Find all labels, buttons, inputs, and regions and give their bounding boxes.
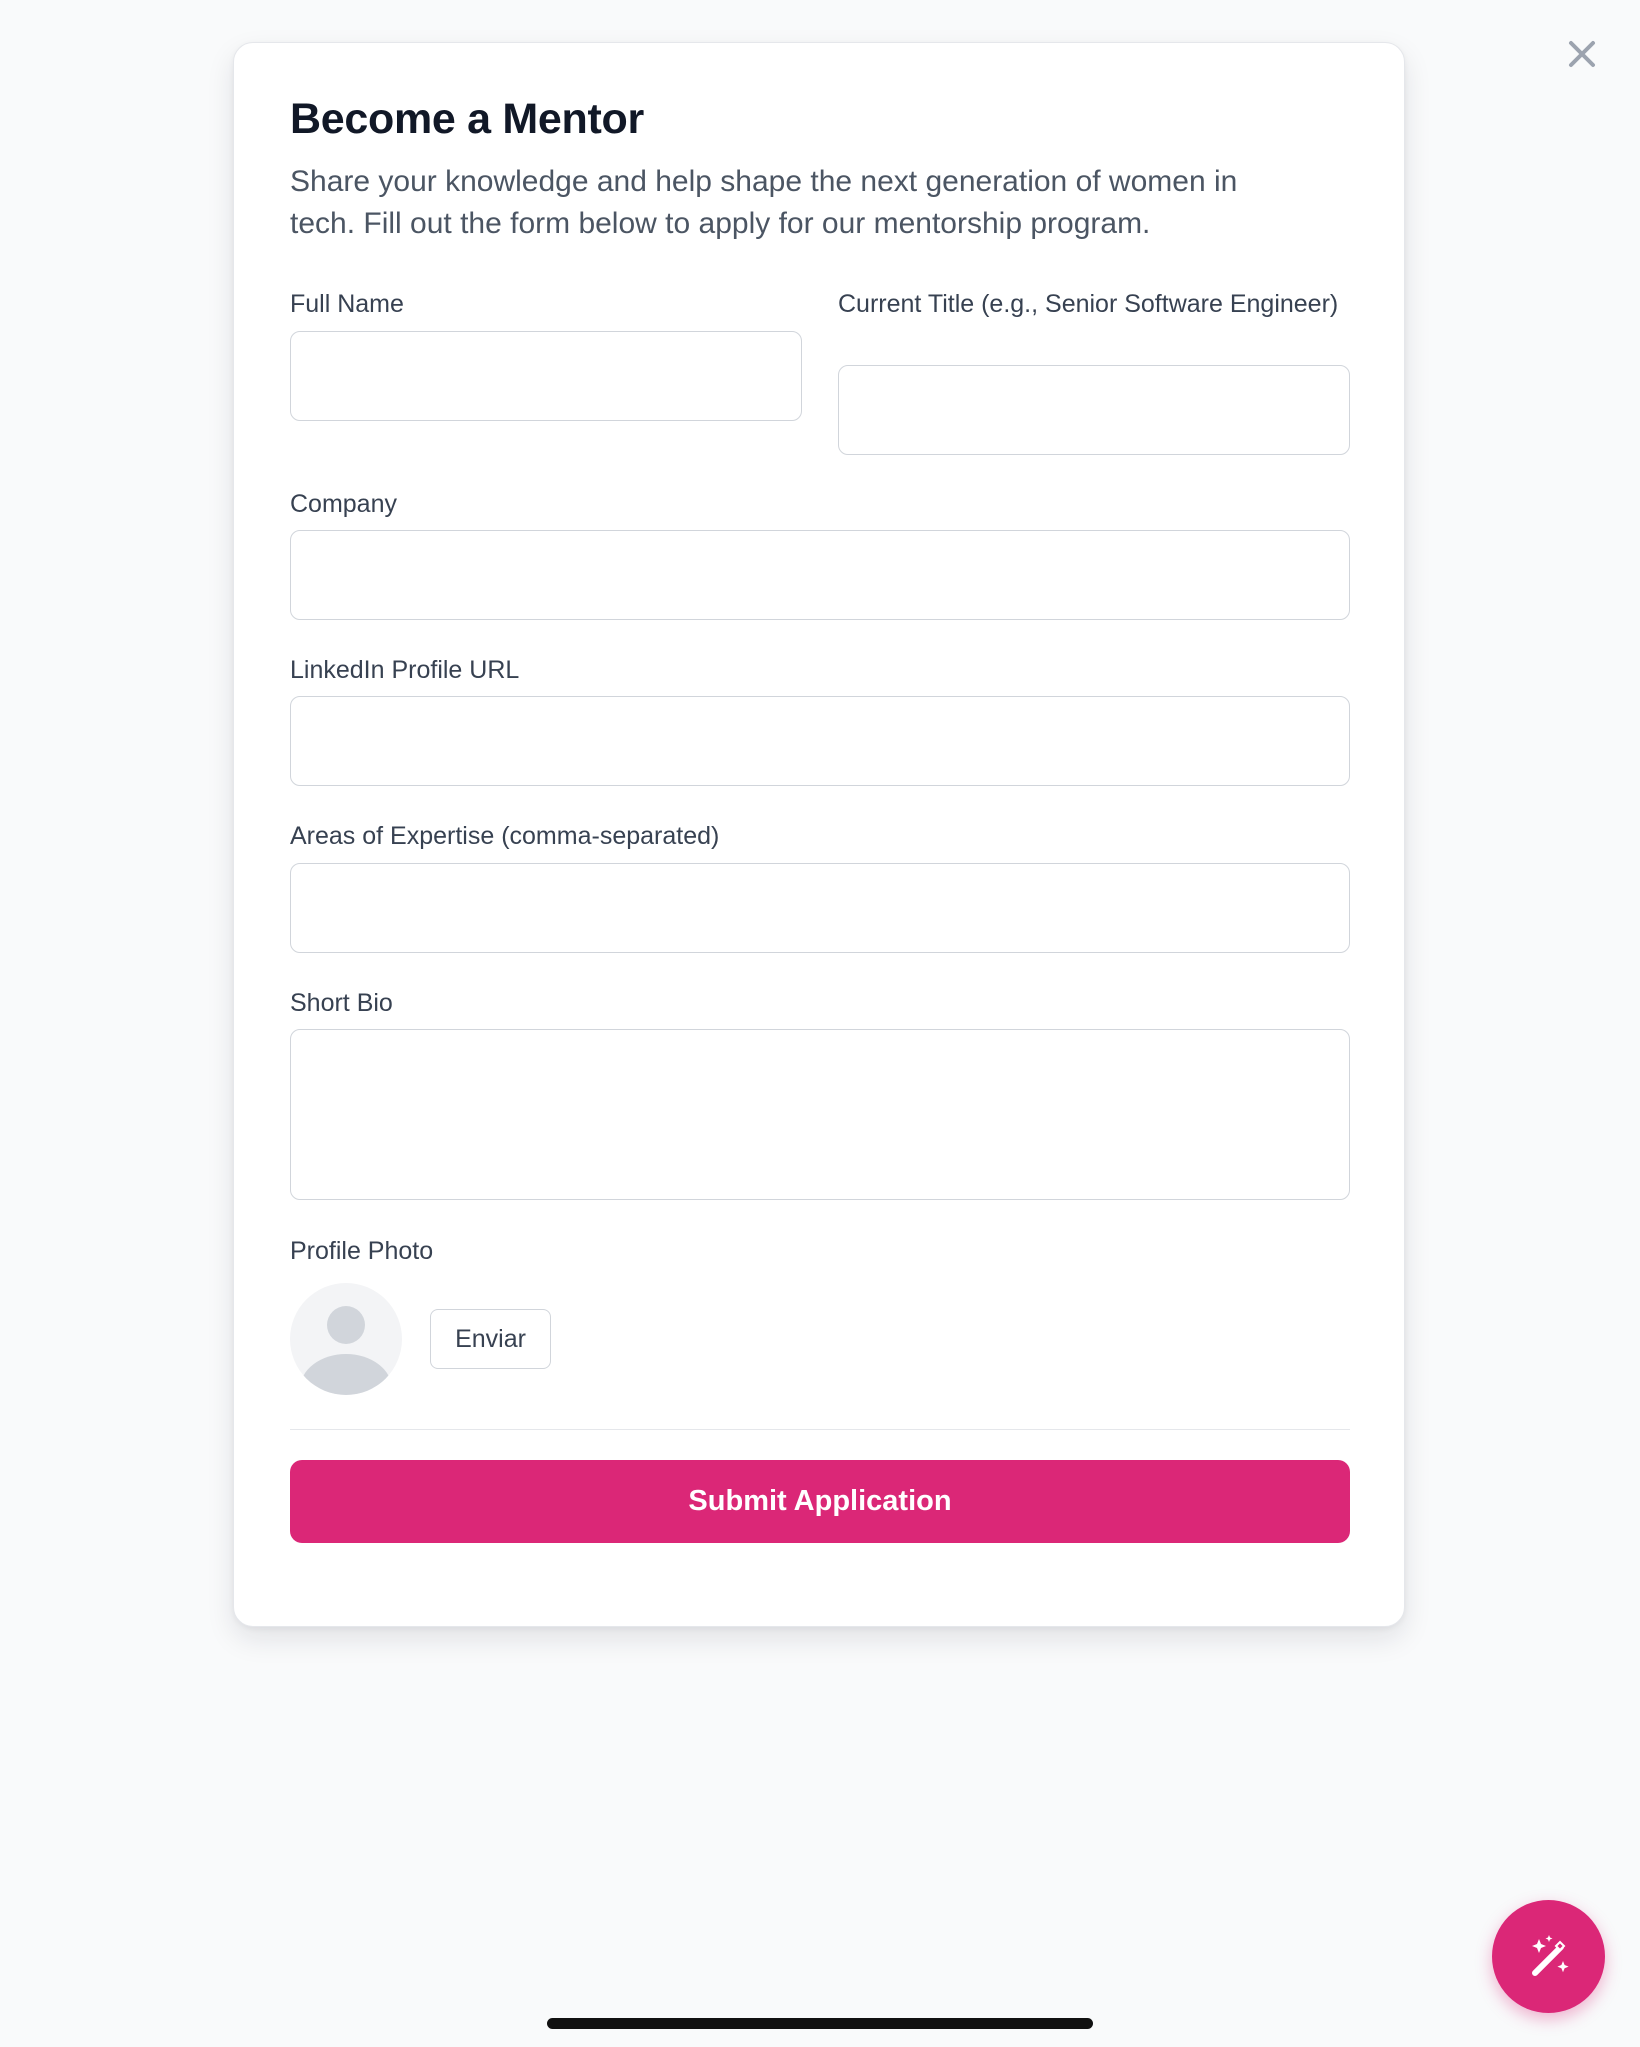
current-title-input[interactable] [838,365,1350,455]
linkedin-url-input[interactable] [290,696,1350,786]
full-name-input[interactable] [290,331,802,421]
expertise-input[interactable] [290,863,1350,953]
avatar [290,1283,402,1395]
modal-subtitle: Share your knowledge and help shape the … [290,165,1238,240]
bio-textarea[interactable] [290,1029,1350,1200]
close-button[interactable] [1562,34,1602,74]
current-title-label: Current Title (e.g., Senior Software Eng… [838,290,1339,318]
company-input[interactable] [290,530,1350,620]
bio-label: Short Bio [290,989,393,1017]
modal-title: Become a Mentor [290,95,644,143]
close-icon [1569,41,1595,67]
mentor-application-modal: Become a Mentor Share your knowledge and… [233,42,1405,1627]
submit-application-button[interactable]: Submit Application [290,1460,1350,1543]
form-divider [290,1429,1350,1430]
expertise-label: Areas of Expertise (comma-separated) [290,822,720,850]
magic-wand-icon [1531,1934,1569,1976]
profile-photo-label: Profile Photo [290,1237,434,1265]
home-indicator [547,2018,1093,2029]
upload-photo-button[interactable]: Enviar [430,1309,551,1369]
full-name-label: Full Name [290,290,404,318]
linkedin-label: LinkedIn Profile URL [290,656,520,684]
magic-wand-fab[interactable] [1492,1900,1605,2013]
user-placeholder-icon [300,1306,392,1395]
company-label: Company [290,490,397,518]
